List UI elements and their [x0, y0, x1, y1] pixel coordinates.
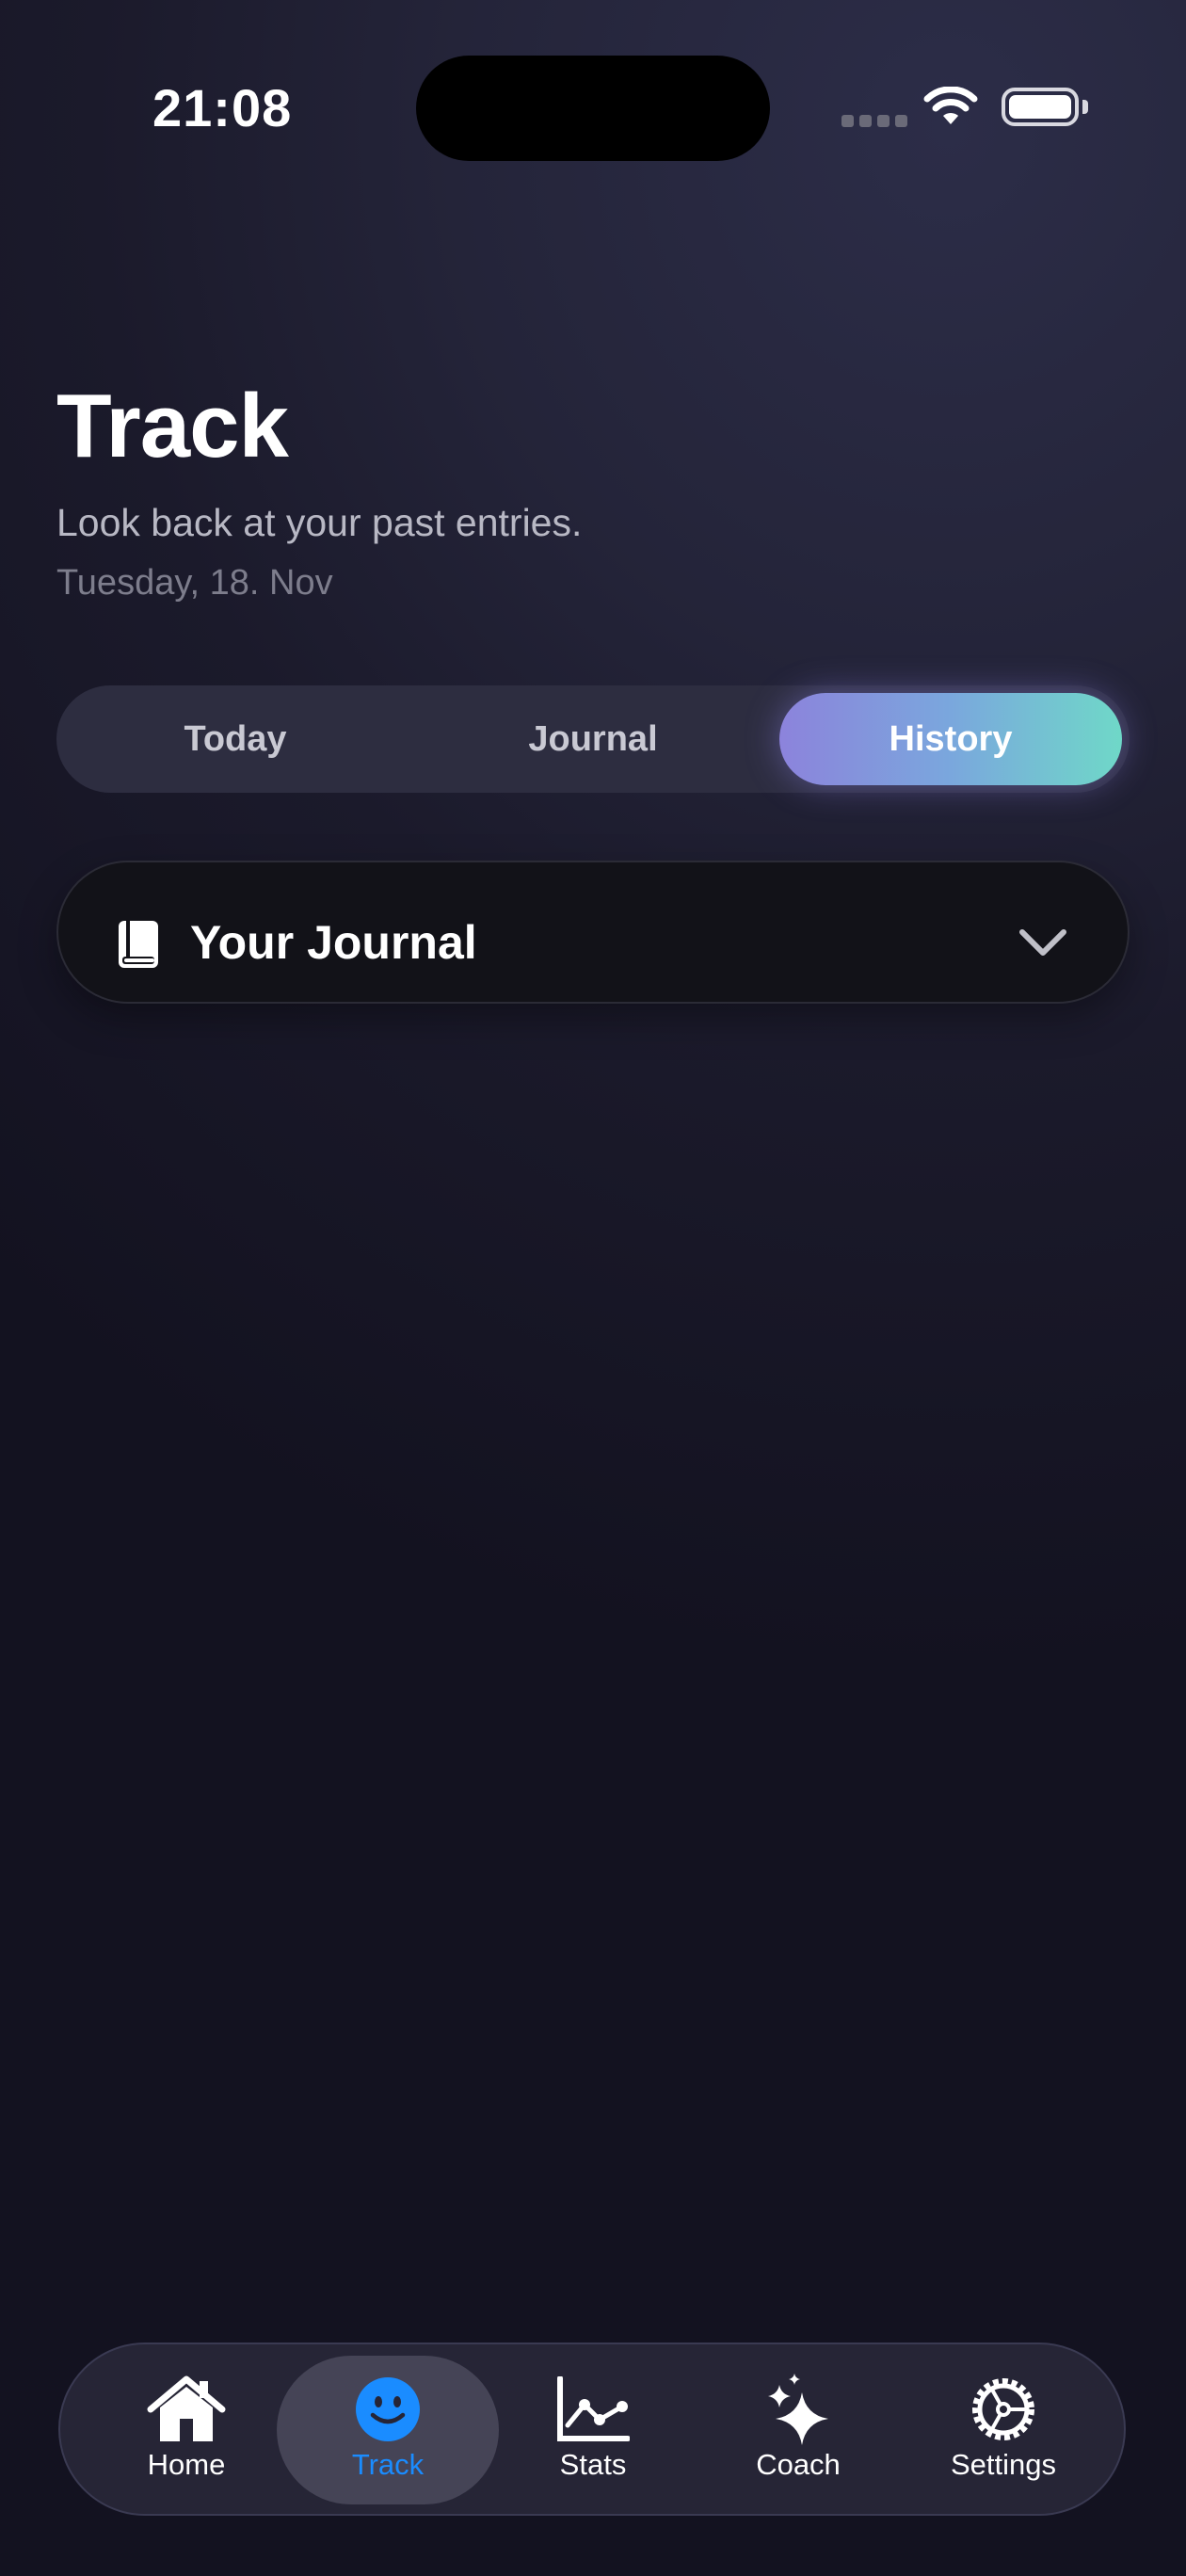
tab-bar: Home Track Stats Coach Settings	[58, 2343, 1126, 2516]
page-title: Track	[56, 376, 289, 476]
tab-stats-label: Stats	[559, 2448, 627, 2481]
tab-settings[interactable]: Settings	[900, 2356, 1107, 2504]
segment-journal[interactable]: Journal	[422, 693, 764, 785]
segment-today[interactable]: Today	[64, 693, 407, 785]
tab-home-label: Home	[147, 2448, 226, 2481]
tab-stats[interactable]: Stats	[489, 2356, 697, 2504]
tab-track[interactable]: Track	[277, 2356, 499, 2504]
current-date: Tuesday, 18. Nov	[56, 563, 333, 603]
battery-icon	[1002, 88, 1079, 126]
tab-track-label: Track	[351, 2448, 425, 2481]
page-subtitle: Look back at your past entries.	[56, 501, 583, 544]
battery-cap	[1082, 100, 1088, 114]
tab-home[interactable]: Home	[83, 2356, 290, 2504]
book-icon	[117, 919, 160, 974]
gear-icon	[968, 2373, 1039, 2446]
dynamic-island	[416, 56, 770, 161]
wifi-icon	[922, 86, 979, 133]
smiley-icon	[354, 2373, 422, 2446]
status-time: 21:08	[152, 78, 293, 137]
journal-selector[interactable]: Your Journal	[56, 861, 1130, 1004]
journal-selector-label: Your Journal	[190, 916, 477, 969]
tab-settings-label: Settings	[950, 2448, 1056, 2481]
sparkles-icon	[764, 2373, 832, 2446]
segment-history[interactable]: History	[779, 693, 1122, 785]
segmented-control: Today Journal History	[56, 685, 1130, 793]
line-chart-icon	[556, 2373, 630, 2446]
cellular-signal-icon	[841, 115, 907, 127]
tab-coach-label: Coach	[756, 2448, 841, 2481]
chevron-down-icon	[1018, 928, 1067, 961]
home-icon	[147, 2373, 226, 2446]
tab-coach[interactable]: Coach	[695, 2356, 902, 2504]
